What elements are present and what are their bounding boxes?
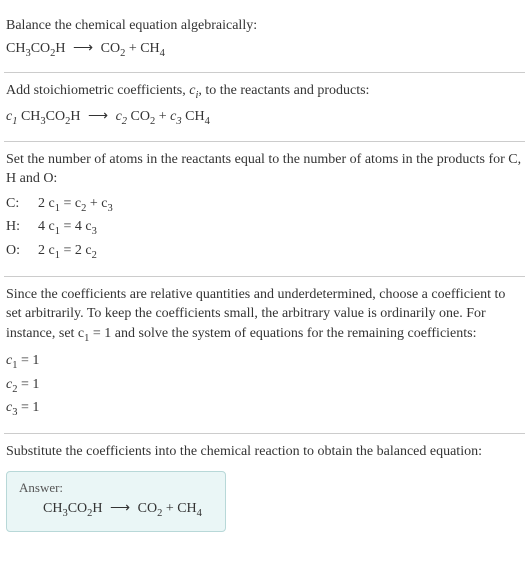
reactant-ch3co2h: CH3CO2H [43, 501, 103, 516]
section-solve-coefs: Since the coefficients are relative quan… [4, 277, 525, 434]
atom-balance-table: C: 2 c1 = c2 + c3 H: 4 c1 = 4 c3 O: 2 c1… [6, 193, 523, 264]
reactant-ch3co2h: CH3CO2H [21, 109, 81, 124]
product-co2: CO2 [138, 501, 163, 516]
product-co2: CO2 [131, 109, 156, 124]
substitute-prompt: Substitute the coefficients into the che… [6, 442, 523, 462]
coefficient-list: c1 = 1 c2 = 1 c3 = 1 [6, 350, 523, 421]
section-answer: Substitute the coefficients into the che… [4, 434, 525, 544]
coef-c2: c2 = 1 [6, 374, 523, 398]
product-ch4: CH4 [140, 41, 165, 56]
solve-prompt-text: Since the coefficients are relative quan… [6, 285, 523, 347]
reaction-arrow: ⟶ [73, 40, 93, 57]
balanced-equation: CH3CO2H ⟶ CO2 + CH4 [19, 500, 213, 519]
answer-label: Answer: [19, 480, 213, 496]
coef-prompt-text: Add stoichiometric coefficients, ci, to … [6, 81, 523, 103]
atom-balance-prompt: Set the number of atoms in the reactants… [6, 150, 523, 189]
equation-with-coefs: c1 CH3CO2H ⟶ c2 CO2 + c3 CH4 [6, 108, 523, 127]
reaction-arrow: ⟶ [88, 108, 108, 125]
section-balance-prompt: Balance the chemical equation algebraica… [4, 8, 525, 73]
product-ch4: CH4 [185, 109, 210, 124]
equation-unbalanced: CH3CO2H ⟶ CO2 + CH4 [6, 40, 523, 59]
product-co2: CO2 [101, 41, 126, 56]
reaction-arrow: ⟶ [110, 500, 130, 517]
product-ch4: CH4 [177, 501, 202, 516]
section-atom-balance: Set the number of atoms in the reactants… [4, 142, 525, 277]
coef-c1: c1 = 1 [6, 350, 523, 374]
answer-box: Answer: CH3CO2H ⟶ CO2 + CH4 [6, 471, 226, 532]
atom-row-c: C: 2 c1 = c2 + c3 [6, 193, 523, 217]
atom-row-o: O: 2 c1 = 2 c2 [6, 240, 523, 264]
coef-c3: c3 = 1 [6, 397, 523, 421]
balance-prompt-text: Balance the chemical equation algebraica… [6, 16, 523, 36]
reactant-ch3co2h: CH3CO2H [6, 41, 66, 56]
section-add-coefficients: Add stoichiometric coefficients, ci, to … [4, 73, 525, 141]
atom-row-h: H: 4 c1 = 4 c3 [6, 216, 523, 240]
